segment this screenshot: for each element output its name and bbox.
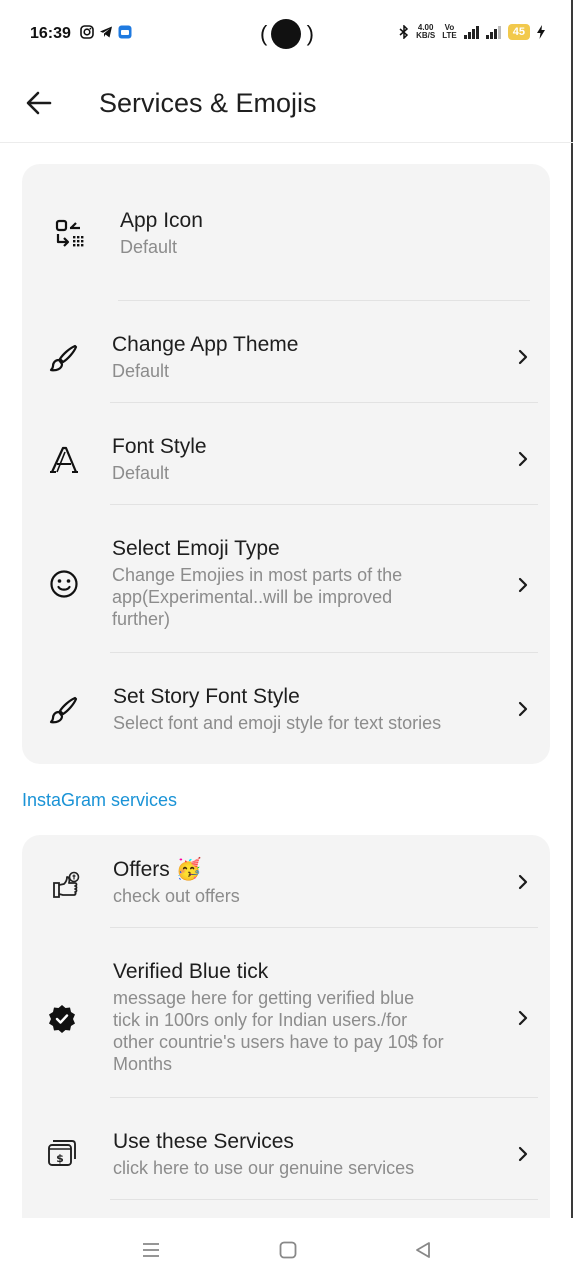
setting-subtitle: Default: [120, 237, 178, 257]
volte-indicator: Vo LTE: [442, 23, 457, 40]
system-nav-bar: [0, 1218, 573, 1280]
chevron-right-icon: [518, 577, 528, 593]
battery-indicator: 45: [507, 24, 530, 40]
service-title: Verified Blue tick: [113, 960, 269, 983]
setting-select-emoji-type[interactable]: Select Emoji Type Change Emojies in most…: [22, 520, 550, 650]
svg-text:$: $: [56, 1152, 64, 1165]
setting-subtitle: Change Emojies in most parts of the app(…: [112, 565, 403, 629]
service-subtitle: message here for getting verified blue t…: [113, 988, 444, 1074]
setting-title: Font Style: [112, 435, 207, 458]
offer-hand-icon: [53, 871, 80, 898]
verified-badge-icon: [49, 1005, 75, 1033]
setting-title: App Icon: [120, 209, 203, 232]
settings-card: App Icon Default Change App Theme Defaul…: [22, 164, 550, 764]
section-title-instagram-services: InstaGram services: [22, 790, 178, 810]
setting-title: Select Emoji Type: [112, 537, 280, 560]
charging-icon: [537, 25, 545, 39]
divider: [110, 1097, 538, 1098]
divider: [110, 402, 538, 403]
status-bar: 16:39 () 4.00 KB/S Vo LTE 45: [0, 0, 573, 66]
service-subtitle: check out offers: [113, 886, 240, 906]
net-speed: 4.00 KB/S: [416, 23, 436, 40]
brush-icon: [49, 344, 78, 372]
signal-5g-icon: [463, 25, 479, 39]
setting-subtitle: Default: [112, 361, 170, 381]
service-offers[interactable]: Offers 🥳 check out offers: [22, 843, 550, 927]
instagram-services-card: Offers 🥳 check out offers Verified Blue …: [22, 835, 550, 1235]
page-title: Services & Emojis: [99, 88, 317, 118]
home-icon[interactable]: [278, 1240, 298, 1260]
app-notification-icon: [118, 25, 132, 39]
chevron-right-icon: [518, 701, 528, 717]
divider: [110, 504, 538, 505]
signal-icon: [485, 25, 501, 39]
money-cards-icon: $: [48, 1140, 76, 1166]
service-title: Use these Services: [113, 1130, 294, 1153]
setting-font-style[interactable]: Font Style Default: [22, 418, 550, 504]
chevron-right-icon: [518, 451, 528, 467]
chevron-right-icon: [518, 1010, 528, 1026]
chevron-right-icon: [518, 1146, 528, 1162]
app-bar: Services & Emojis: [0, 66, 573, 143]
telegram-icon: [100, 26, 112, 38]
chevron-right-icon: [518, 874, 528, 890]
front-camera: (): [260, 17, 314, 51]
service-use-these-services[interactable]: $ Use these Services click here to use o…: [22, 1115, 550, 1199]
divider: [110, 652, 538, 653]
chevron-right-icon: [518, 349, 528, 365]
bluetooth-icon: [399, 25, 409, 39]
service-title: Offers 🥳: [113, 858, 202, 881]
notification-icons: [80, 25, 132, 39]
setting-app-icon[interactable]: App Icon Default: [22, 200, 550, 300]
setting-subtitle: Select font and emoji style for text sto…: [113, 713, 442, 733]
instagram-icon: [80, 25, 94, 39]
service-verified-blue-tick[interactable]: Verified Blue tick message here for gett…: [22, 945, 550, 1095]
divider: [110, 927, 538, 928]
smiley-icon: [50, 570, 78, 598]
arrow-left-icon[interactable]: [24, 88, 54, 118]
font-icon: [50, 446, 78, 473]
back-triangle-icon[interactable]: [413, 1240, 433, 1260]
setting-set-story-font-style[interactable]: Set Story Font Style Select font and emo…: [22, 668, 550, 754]
setting-subtitle: Default: [112, 463, 170, 483]
brush-icon: [49, 696, 78, 724]
divider: [110, 1199, 538, 1200]
app-icon-swap-icon: [55, 219, 84, 247]
status-right-icons: 4.00 KB/S Vo LTE 45: [399, 24, 545, 40]
status-time: 16:39: [30, 25, 71, 42]
setting-title: Set Story Font Style: [113, 685, 300, 708]
service-subtitle: click here to use our genuine services: [113, 1158, 415, 1178]
divider: [118, 300, 530, 301]
setting-title: Change App Theme: [112, 333, 299, 356]
setting-change-app-theme[interactable]: Change App Theme Default: [22, 316, 550, 402]
menu-icon[interactable]: [141, 1240, 161, 1260]
